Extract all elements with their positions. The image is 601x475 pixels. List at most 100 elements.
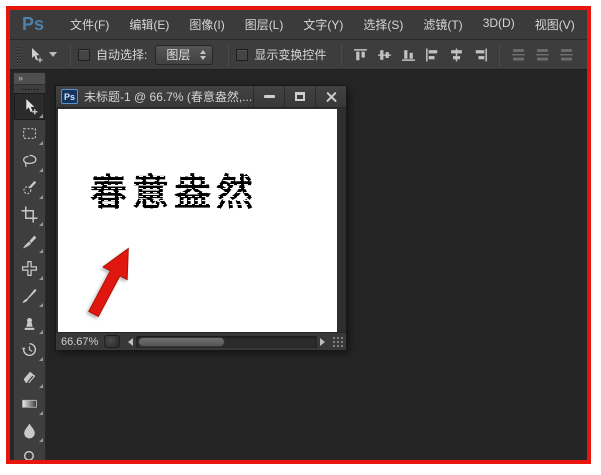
dodge-tool[interactable] (14, 444, 45, 460)
canvas-text: 春意盎然 (90, 173, 258, 214)
dropdown-spinner-icon (200, 49, 207, 60)
screenshot-page: Ps 文件(F) 编辑(E) 图像(I) 图层(L) 文字(Y) 选择(S) 滤镜(T) 3D… (0, 0, 601, 475)
history-brush-tool[interactable] (14, 336, 45, 363)
horizontal-scrollbar[interactable] (136, 335, 317, 348)
eraser-tool[interactable] (14, 363, 45, 390)
distribute-bottom-edges-icon (559, 48, 574, 62)
lasso-tool-icon (23, 154, 37, 168)
annotation-arrow-icon (88, 247, 129, 318)
align-top-edges-icon[interactable] (353, 48, 368, 62)
workspace: » Ps 未标题-1 @ 66.7% (春意盎然,... 春意盎然 66.67% (10, 70, 587, 460)
options-bar: 自动选择: 图层 显示变换控件 (10, 40, 587, 70)
move-tool-icon (26, 99, 38, 115)
canvas[interactable]: 春意盎然 (58, 109, 337, 332)
scrollbar-thumb[interactable] (138, 336, 226, 347)
close-button[interactable] (315, 86, 346, 107)
menu-bar: Ps 文件(F) 编辑(E) 图像(I) 图层(L) 文字(Y) 选择(S) 滤镜(T) 3D… (10, 10, 587, 40)
clone-stamp-tool[interactable] (14, 309, 45, 336)
brush-tool-icon (22, 289, 37, 303)
menu-item-2[interactable]: 编辑(E) (119, 16, 179, 33)
separator (228, 43, 230, 66)
rectangular-marquee-tool[interactable] (14, 120, 45, 147)
flyout-triangle-icon (39, 303, 43, 307)
menu-item-1[interactable]: 文件(F) (60, 16, 119, 33)
document-ps-icon: Ps (61, 89, 78, 104)
crop-tool-icon (21, 206, 38, 223)
distribute-top-edges-icon (511, 48, 526, 62)
lasso-tool[interactable] (14, 147, 45, 174)
tool-preset-caret-icon[interactable] (49, 52, 57, 57)
zoom-level-field[interactable]: 66.67% (61, 336, 98, 348)
menu-item-3[interactable]: 图像(I) (179, 16, 234, 33)
auto-select-label: 自动选择: (96, 48, 148, 62)
document-body: 春意盎然 (56, 108, 346, 332)
menu-item-9[interactable]: 视图(V) (525, 16, 585, 33)
auto-select-checkbox[interactable] (78, 48, 90, 61)
scroll-left-icon[interactable] (128, 337, 134, 346)
scroll-right-icon[interactable] (320, 337, 325, 346)
quick-selection-tool-icon (23, 180, 37, 195)
maximize-button[interactable] (284, 86, 315, 107)
menu-item-6[interactable]: 选择(S) (353, 16, 413, 33)
flyout-triangle-icon (39, 249, 43, 253)
gradient-tool-icon (22, 399, 37, 408)
flyout-triangle-icon (39, 438, 43, 442)
options-bar-grip[interactable] (16, 45, 21, 64)
history-brush-tool-icon (21, 342, 36, 356)
tools-panel: » (13, 72, 46, 460)
flyout-triangle-icon (39, 222, 43, 226)
align-vertical-centers-icon[interactable] (377, 48, 392, 62)
minimize-button[interactable] (253, 86, 284, 107)
minimize-icon (263, 95, 275, 98)
crop-tool[interactable] (14, 201, 45, 228)
dodge-tool-icon (23, 450, 34, 460)
show-transform-label: 显示变换控件 (254, 48, 327, 62)
clone-stamp-tool-icon (24, 318, 35, 330)
tool-buttons (14, 93, 45, 460)
rectangular-marquee-tool-icon (23, 128, 36, 139)
brush-tool[interactable] (14, 282, 45, 309)
flyout-triangle-icon (39, 384, 43, 388)
maximize-icon (295, 92, 305, 101)
separator (341, 43, 343, 66)
move-tool[interactable] (14, 93, 45, 120)
align-bottom-edges-icon[interactable] (401, 48, 416, 62)
menu-item-4[interactable]: 图层(L) (235, 16, 294, 33)
align-right-edges-icon[interactable] (473, 48, 488, 62)
menu-item-7[interactable]: 滤镜(T) (413, 16, 472, 33)
window-resize-grip-icon[interactable] (331, 335, 344, 348)
document-info-icon[interactable] (104, 335, 121, 348)
flyout-triangle-icon (39, 357, 43, 361)
eraser-tool-icon (23, 371, 36, 384)
align-horizontal-centers-icon[interactable] (449, 48, 464, 62)
auto-select-dropdown[interactable]: 图层 (155, 44, 214, 65)
photoshop-logo: Ps (22, 14, 45, 34)
menu-item-8[interactable]: 3D(D) (473, 16, 525, 33)
flyout-triangle-icon (39, 195, 43, 199)
menu-items: 文件(F) 编辑(E) 图像(I) 图层(L) 文字(Y) 选择(S) 滤镜(T) 3D(D)… (60, 16, 587, 33)
document-title-bar[interactable]: Ps 未标题-1 @ 66.7% (春意盎然,... (56, 86, 346, 108)
document-status-bar: 66.67% (56, 332, 346, 350)
flyout-triangle-icon (39, 330, 43, 334)
quick-selection-tool[interactable] (14, 174, 45, 201)
menu-item-5[interactable]: 文字(Y) (293, 16, 353, 33)
menu-item-10[interactable]: 窗口(W) (585, 16, 587, 33)
align-left-edges-icon[interactable] (425, 48, 440, 62)
eyedropper-tool[interactable] (14, 228, 45, 255)
document-title: 未标题-1 @ 66.7% (春意盎然,... (84, 90, 253, 104)
canvas-text-selection: 春意盎然 (90, 173, 258, 215)
toolbar-grip[interactable] (14, 85, 45, 93)
eyedropper-tool-icon (23, 235, 37, 249)
blur-tool-icon (24, 423, 35, 439)
separator (499, 43, 501, 66)
spot-healing-brush-tool[interactable] (14, 255, 45, 282)
toolbar-collapse-button[interactable]: » (14, 73, 45, 85)
annotation-red-frame: Ps 文件(F) 编辑(E) 图像(I) 图层(L) 文字(Y) 选择(S) 滤镜(T) 3D… (6, 6, 591, 464)
gradient-tool[interactable] (14, 390, 45, 417)
distribute-vertical-centers-icon (535, 48, 550, 62)
separator (70, 43, 71, 66)
blur-tool[interactable] (14, 417, 45, 444)
show-transform-checkbox[interactable] (236, 48, 249, 61)
flyout-triangle-icon (39, 168, 43, 172)
flyout-triangle-icon (39, 276, 43, 280)
